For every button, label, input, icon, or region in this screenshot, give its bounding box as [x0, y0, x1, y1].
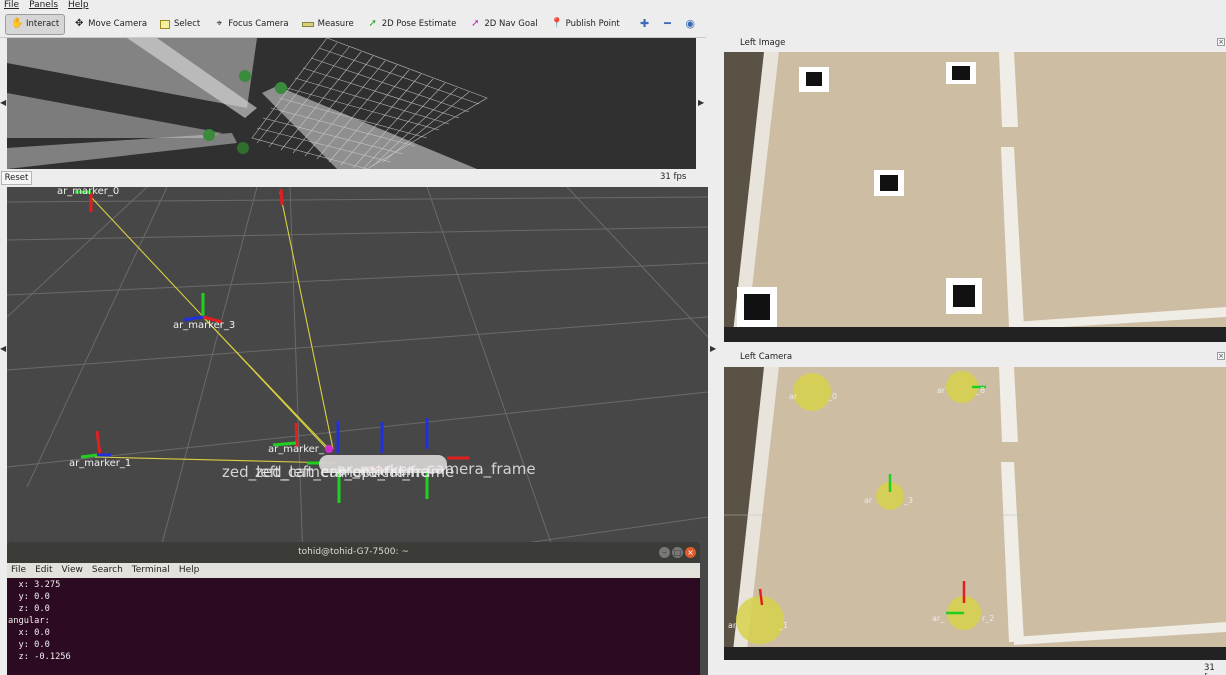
right-panel-arrow-icon[interactable]: ▶: [710, 344, 716, 353]
cam-label-1b: _1: [779, 621, 789, 630]
tool-measure[interactable]: Measure: [297, 14, 359, 35]
ar-marker-3-axes: [182, 293, 223, 324]
terminal-window[interactable]: tohid@tohid-G7-7500: ~ – □ × File Edit V…: [7, 542, 700, 675]
frame-label-cam: camera_frame: [427, 460, 536, 478]
term-menu-view[interactable]: View: [62, 563, 83, 578]
tool-interact-label: Interact: [26, 19, 60, 29]
ar-marker-1-label: ar_marker_1: [69, 458, 132, 469]
left-collapse-arrow-icon[interactable]: ◀: [0, 98, 6, 107]
terminal-title: tohid@tohid-G7-7500: ~: [298, 547, 409, 557]
top-view-scene: [7, 38, 488, 169]
focus-target-icon: ⌖: [216, 18, 223, 29]
ar-marker-2-label: ar_marker_: [268, 444, 324, 455]
cam-label-2b: r_2: [982, 614, 995, 623]
frame-label-marker: ar_marker: [337, 461, 414, 479]
right-collapse-arrow-icon[interactable]: ▶: [698, 98, 704, 107]
main-left-arrow-icon[interactable]: ◀: [0, 344, 6, 353]
reset-button[interactable]: Reset: [1, 171, 32, 185]
ar-marker-top-axes: [279, 188, 284, 206]
left-image-view[interactable]: [724, 52, 1226, 342]
close-icon[interactable]: ×: [685, 547, 696, 558]
tool-2d-pose-estimate[interactable]: ➚ 2D Pose Estimate: [362, 14, 462, 35]
tool-focus-camera-label: Focus Camera: [228, 19, 289, 29]
cam-label-8a: ar: [937, 386, 946, 395]
terminal-line: y: 0.0: [8, 640, 50, 650]
status-bar: [0, 170, 706, 186]
term-menu-edit[interactable]: Edit: [35, 563, 52, 578]
right-fps-readout: 31 fps: [1204, 663, 1217, 675]
ruler-icon: [301, 21, 314, 27]
tool-move-camera[interactable]: ✥ Move Camera: [68, 14, 152, 35]
top-3d-view[interactable]: [7, 38, 696, 169]
term-menu-help[interactable]: Help: [179, 563, 200, 578]
ar-marker-0-label: ar_marker_0: [57, 187, 120, 197]
tool-2d-nav-goal[interactable]: ➚ 2D Nav Goal: [464, 14, 542, 35]
minus-icon[interactable]: ━: [661, 17, 675, 31]
terminal-titlebar: tohid@tohid-G7-7500: ~ – □ ×: [7, 542, 700, 563]
cam-label-8b: _8: [976, 386, 986, 395]
left-image-close-icon[interactable]: ×: [1217, 38, 1225, 46]
terminal-line: x: 3.275: [8, 580, 61, 590]
cam-label-3b: _3: [904, 496, 914, 505]
move-camera-icon: ✥: [74, 18, 84, 29]
menu-file[interactable]: File: [4, 0, 19, 11]
magenta-arrow-icon: ➚: [471, 18, 480, 29]
cam-label-0a: ar: [789, 392, 798, 401]
terminal-line: z: 0.0: [8, 604, 50, 614]
maximize-icon[interactable]: □: [672, 547, 683, 558]
terminal-output[interactable]: x: 3.275 y: 0.0 z: 0.0 angular: x: 0.0 y:…: [7, 578, 700, 663]
cam-label-2a: ar_: [932, 614, 945, 623]
green-arrow-icon: ➚: [368, 18, 377, 29]
left-camera-view[interactable]: ar _0 ar _8 ar _3 ar _1 ar_ r_2: [724, 367, 1226, 660]
fps-readout: 31 fps: [660, 172, 687, 182]
tool-select-label: Select: [174, 19, 201, 29]
rviz-toolbar: ✋ Interact ✥ Move Camera Select ⌖ Focus …: [0, 11, 706, 38]
left-image-scene: [724, 52, 1226, 342]
camera-origin-dot: [325, 445, 333, 453]
cam-label-3a: ar: [864, 496, 873, 505]
tool-interact[interactable]: ✋ Interact: [5, 13, 66, 35]
left-camera-title: Left Camera: [740, 352, 793, 362]
left-camera-scene: [724, 367, 1226, 660]
term-menu-terminal[interactable]: Terminal: [132, 563, 170, 578]
cam-label-0b: _0: [828, 392, 838, 401]
tool-select[interactable]: Select: [155, 14, 205, 35]
terminal-menu: File Edit View Search Terminal Help: [7, 563, 700, 578]
term-menu-search[interactable]: Search: [92, 563, 123, 578]
minimize-icon[interactable]: –: [659, 547, 670, 558]
terminal-line: y: 0.0: [8, 592, 50, 602]
tool-measure-label: Measure: [317, 19, 354, 29]
terminal-line: x: 0.0: [8, 628, 50, 638]
eye-icon[interactable]: ◉: [683, 17, 697, 31]
term-menu-file[interactable]: File: [11, 563, 26, 578]
tool-focus-camera[interactable]: ⌖ Focus Camera: [208, 14, 293, 35]
tool-publish-point-label: Publish Point: [565, 19, 620, 29]
menu-bar: File Panels Help: [0, 0, 706, 11]
plus-icon[interactable]: ✚: [638, 17, 652, 31]
tool-2d-pose-label: 2D Pose Estimate: [381, 19, 457, 29]
terminal-line: z: -0.1256: [8, 652, 71, 662]
ar-marker-1-axes: [80, 430, 111, 459]
hand-icon: ✋: [11, 18, 24, 29]
tool-move-camera-label: Move Camera: [88, 19, 148, 29]
menu-panels[interactable]: Panels: [29, 0, 58, 11]
tool-publish-point[interactable]: 📍 Publish Point: [546, 14, 625, 35]
left-image-title: Left Image: [740, 38, 786, 48]
ar-marker-3-label: ar_marker_3: [173, 320, 236, 331]
left-camera-close-icon[interactable]: ×: [1217, 352, 1225, 360]
tool-2d-nav-label: 2D Nav Goal: [484, 19, 538, 29]
terminal-line: angular:: [8, 616, 50, 626]
cam-label-1a: ar: [728, 621, 737, 630]
select-box-icon: [160, 19, 171, 29]
pin-icon: 📍: [550, 18, 564, 29]
menu-help[interactable]: Help: [68, 0, 89, 11]
